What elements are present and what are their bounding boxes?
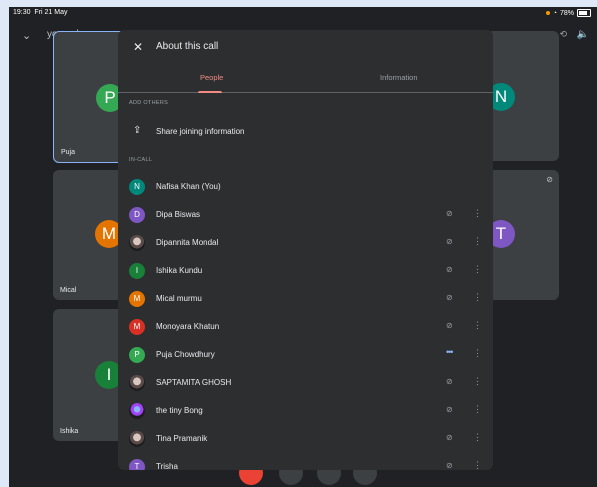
- tile-name: Ishika: [60, 428, 79, 435]
- video-tile[interactable]: I Ishika: [53, 309, 125, 441]
- participant-avatar: I: [129, 263, 145, 279]
- participant-row[interactable]: Tina Pramanik ⊘ ⋮: [118, 425, 493, 453]
- switch-camera-icon[interactable]: ⟲: [559, 29, 567, 40]
- participant-avatar: P: [129, 347, 145, 363]
- more-vert-icon[interactable]: ⋮: [473, 208, 482, 219]
- mic-off-icon: ⊘: [446, 377, 453, 386]
- participant-row[interactable]: N Nafisa Khan (You): [118, 173, 493, 201]
- video-tile[interactable]: T ⊘: [487, 170, 559, 300]
- mic-off-icon: ⊘: [446, 405, 453, 414]
- more-vert-icon[interactable]: ⋮: [473, 348, 482, 359]
- speaker-icon[interactable]: 🔈: [577, 29, 589, 40]
- participant-row[interactable]: D Dipa Biswas ⊘ ⋮: [118, 201, 493, 229]
- mic-off-icon: ⊘: [446, 237, 453, 246]
- participant-row[interactable]: M Monoyara Khatun ⊘ ⋮: [118, 313, 493, 341]
- participant-name: Dipa Biswas: [156, 210, 201, 219]
- status-right: ◔ 78%: [545, 9, 591, 17]
- participant-name: the tiny Bong: [156, 406, 203, 415]
- more-vert-icon[interactable]: ⋮: [473, 460, 482, 470]
- add-others-heading: ADD OTHERS: [129, 100, 169, 106]
- active-tab-indicator: [198, 91, 222, 93]
- close-icon[interactable]: ✕: [133, 40, 143, 54]
- tile-mic-off-icon: ⊘: [546, 175, 553, 184]
- participant-photo: [129, 235, 145, 251]
- more-vert-icon[interactable]: ⋮: [473, 432, 482, 443]
- participant-photo: [129, 431, 145, 447]
- participant-name: Monoyara Khatun: [156, 322, 220, 331]
- more-vert-icon[interactable]: ⋮: [473, 404, 482, 415]
- share-icon: ⇪: [133, 125, 142, 136]
- video-tile[interactable]: P Puja: [53, 31, 127, 163]
- panel-header: ✕ About this call: [118, 30, 493, 64]
- tile-name: Mical: [60, 287, 77, 294]
- participant-row[interactable]: I Ishika Kundu ⊘ ⋮: [118, 257, 493, 285]
- panel-tabs: People Information: [118, 64, 493, 93]
- mic-off-icon: ⊘: [446, 265, 453, 274]
- mic-in-use-icon: [545, 11, 550, 15]
- more-vert-icon[interactable]: ⋮: [473, 320, 482, 331]
- participant-name: SAPTAMITA GHOSH: [156, 378, 232, 387]
- tab-information[interactable]: Information: [380, 73, 418, 82]
- mic-off-icon: ⊘: [446, 293, 453, 302]
- participant-name: Mical murmu: [156, 294, 202, 303]
- participant-avatar: D: [129, 207, 145, 223]
- tile-name: Puja: [61, 149, 76, 156]
- share-joining-info-button[interactable]: ⇪ Share joining information: [118, 121, 493, 143]
- meet-screen: 19:30 Fri 21 May ◔ 78% ⌄ ycp-pchy-oax ⟲ …: [9, 7, 597, 487]
- video-tile[interactable]: M Mical: [53, 170, 125, 300]
- in-call-heading: IN-CALL: [129, 157, 153, 163]
- participant-avatar: M: [129, 291, 145, 307]
- participant-name: Puja Chowdhury: [156, 350, 215, 359]
- mic-off-icon: ⊘: [446, 321, 453, 330]
- participant-photo: [129, 403, 145, 419]
- participant-row[interactable]: T Trisha ⊘ ⋮: [118, 453, 493, 470]
- status-time: 19:30 Fri 21 May: [13, 9, 68, 16]
- speaking-indicator-icon: •••: [446, 347, 454, 357]
- battery-percent: 78%: [559, 9, 574, 17]
- more-vert-icon[interactable]: ⋮: [473, 236, 482, 247]
- participant-name: Dipannita Mondal: [156, 238, 219, 247]
- video-tile[interactable]: N: [487, 31, 559, 161]
- participant-name: Nafisa Khan (You): [156, 182, 221, 191]
- collapse-chevron-icon[interactable]: ⌄: [22, 29, 31, 42]
- more-vert-icon[interactable]: ⋮: [473, 376, 482, 387]
- status-bar: 19:30 Fri 21 May ◔ 78%: [9, 7, 597, 20]
- tab-people[interactable]: People: [200, 73, 223, 82]
- participant-name: Ishika Kundu: [156, 266, 203, 275]
- mic-off-icon: ⊘: [446, 209, 453, 218]
- participant-row[interactable]: Dipannita Mondal ⊘ ⋮: [118, 229, 493, 257]
- participant-row[interactable]: P Puja Chowdhury ••• ⋮: [118, 341, 493, 369]
- participant-avatar: N: [129, 179, 145, 195]
- battery-icon: [577, 9, 591, 17]
- participant-row[interactable]: M Mical murmu ⊘ ⋮: [118, 285, 493, 313]
- panel-title: About this call: [156, 41, 219, 52]
- participant-avatar: M: [129, 319, 145, 335]
- mic-off-icon: ⊘: [446, 433, 453, 442]
- wifi-icon: ◔: [552, 9, 557, 17]
- participant-name: Trisha: [156, 462, 178, 470]
- about-call-panel: ✕ About this call People Information ADD…: [118, 30, 493, 470]
- participant-avatar: T: [129, 459, 145, 470]
- mic-off-icon: ⊘: [446, 461, 453, 470]
- participant-row[interactable]: the tiny Bong ⊘ ⋮: [118, 397, 493, 425]
- participant-row[interactable]: SAPTAMITA GHOSH ⊘ ⋮: [118, 369, 493, 397]
- more-vert-icon[interactable]: ⋮: [473, 292, 482, 303]
- participant-name: Tina Pramanik: [156, 434, 208, 443]
- participant-photo: [129, 375, 145, 391]
- more-vert-icon[interactable]: ⋮: [473, 264, 482, 275]
- share-label: Share joining information: [156, 127, 245, 136]
